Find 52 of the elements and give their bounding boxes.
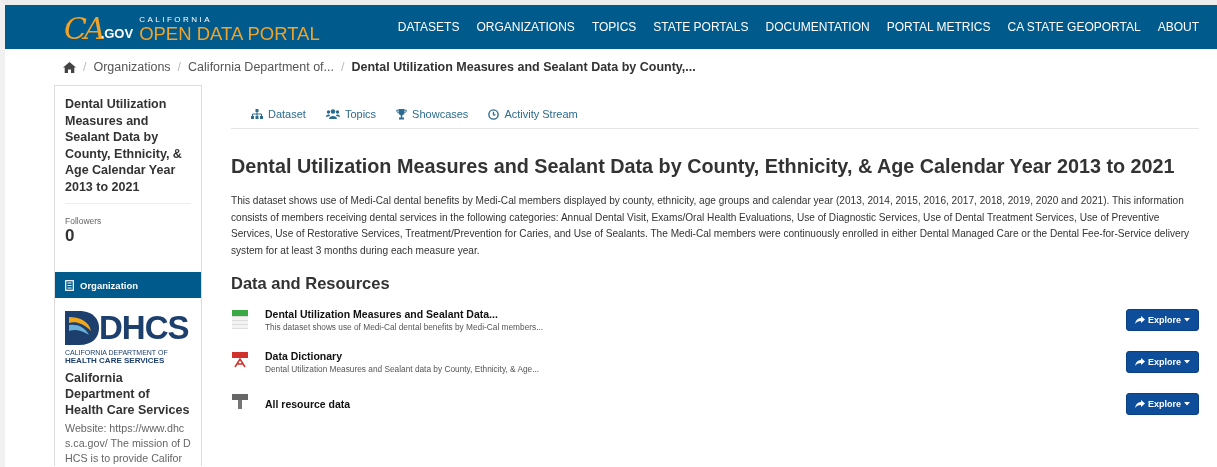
trophy-icon	[396, 108, 408, 120]
nav-link[interactable]: DOCUMENTATION	[765, 20, 870, 34]
nav-link[interactable]: TOPICS	[591, 20, 637, 34]
nav-link[interactable]: ORGANIZATIONS	[476, 20, 575, 34]
spreadsheet-file-icon	[231, 310, 249, 330]
share-arrow-icon	[1135, 358, 1145, 366]
section-heading: Data and Resources	[231, 274, 391, 293]
resource-summary: Dental Utilization Measures and Sealant data by County, Ethnicity, & Age...	[265, 364, 540, 374]
explore-button[interactable]: Explore	[1126, 351, 1199, 373]
share-arrow-icon	[1135, 316, 1145, 324]
nav-link[interactable]: PORTAL METRICS	[886, 20, 991, 34]
clock-icon	[488, 108, 500, 120]
breadcrumb-separator: /	[341, 60, 345, 74]
resource-summary: This dataset shows use of Medi-Cal dental benefits by Medi-Cal members...	[265, 322, 544, 332]
caret-icon	[1184, 402, 1190, 406]
page-title: Dental Utilization Measures and Sealant Data by County, Ethnicity, & Age Calendar Year 2013 to 2021	[231, 154, 1176, 179]
dhcs-logo-subtitle: HEALTH CARE SERVICES	[65, 356, 165, 365]
breadcrumb-link[interactable]: Organizations	[93, 60, 171, 74]
share-arrow-icon	[1135, 400, 1145, 408]
breadcrumb-separator: /	[83, 60, 87, 74]
nav-link[interactable]: ABOUT	[1157, 20, 1199, 34]
dhcs-emblem-icon	[65, 311, 99, 345]
breadcrumb-link[interactable]: Dental Utilization Measures and Sealant Data by County,...	[351, 60, 696, 74]
breadcrumb-separator: /	[177, 60, 182, 74]
resource-title[interactable]: Data Dictionary	[265, 350, 343, 362]
nav-link[interactable]: CA STATE GEOPORTAL	[1007, 20, 1141, 34]
caret-icon	[1184, 360, 1190, 364]
home-icon[interactable]	[63, 61, 76, 73]
followers-count: 0	[65, 226, 76, 246]
users-icon	[325, 109, 340, 119]
organization-name[interactable]: California Department of Health Care Services	[65, 370, 191, 418]
building-icon	[65, 279, 74, 291]
nav-link[interactable]: STATE PORTALS	[653, 20, 749, 34]
breadcrumb-link[interactable]: California Department of...	[188, 60, 334, 74]
caret-icon	[1184, 318, 1190, 322]
dhcs-logo-text: DHCS	[99, 310, 189, 346]
organization-description: Website: https://www.dhcs.ca.gov/ The mission of DHCS is to provide Califor	[65, 421, 191, 466]
resource-title[interactable]: Dental Utilization Measures and Sealant Data...	[265, 308, 498, 320]
explore-button[interactable]: Explore	[1126, 309, 1199, 331]
tab-link[interactable]: Dataset	[251, 108, 306, 120]
tab-link[interactable]: Topics	[325, 108, 377, 120]
organization-heading-text: Organization	[80, 279, 139, 291]
followers-label: Followers	[65, 216, 103, 226]
explore-button[interactable]: Explore	[1126, 393, 1199, 415]
dataset-description: This dataset shows use of Medi-Cal dental benefits by Medi-Cal members displayed by county, ethnicity, age groups and calendar year (2013, 2014, 2015, 2016, 2017, 2018, 2019, 2020 and 2021). This information consists of members receiving dental services in the following categories: Annual Dental Visit, Exams/Oral Health Evaluations, Use of Diagnostic Services, Use of Dental Treatment Services, Use of Preventive Services, Use of Restorative Services, Treatment/Prevention for Caries, and Use of Sealants. The Medi-Cal members were continuously enrolled in either Dental Managed Care or the Dental Fee-for-Service delivery system for at least 3 months during each measure year.	[231, 194, 1191, 258]
nav-link[interactable]: DATASETS	[397, 20, 460, 34]
logo-tagline: CALIFORNIA	[139, 15, 214, 24]
resource-title[interactable]: All resource data	[265, 398, 351, 410]
dataset-title: Dental Utilization Measures and Sealant Data by County, Ethnicity, & Age Calendar Year 2013 to 2021	[65, 96, 191, 204]
sitemap-icon	[251, 109, 263, 119]
tab-link[interactable]: Showcases	[396, 108, 469, 120]
tab-link[interactable]: Activity Stream	[488, 108, 578, 120]
